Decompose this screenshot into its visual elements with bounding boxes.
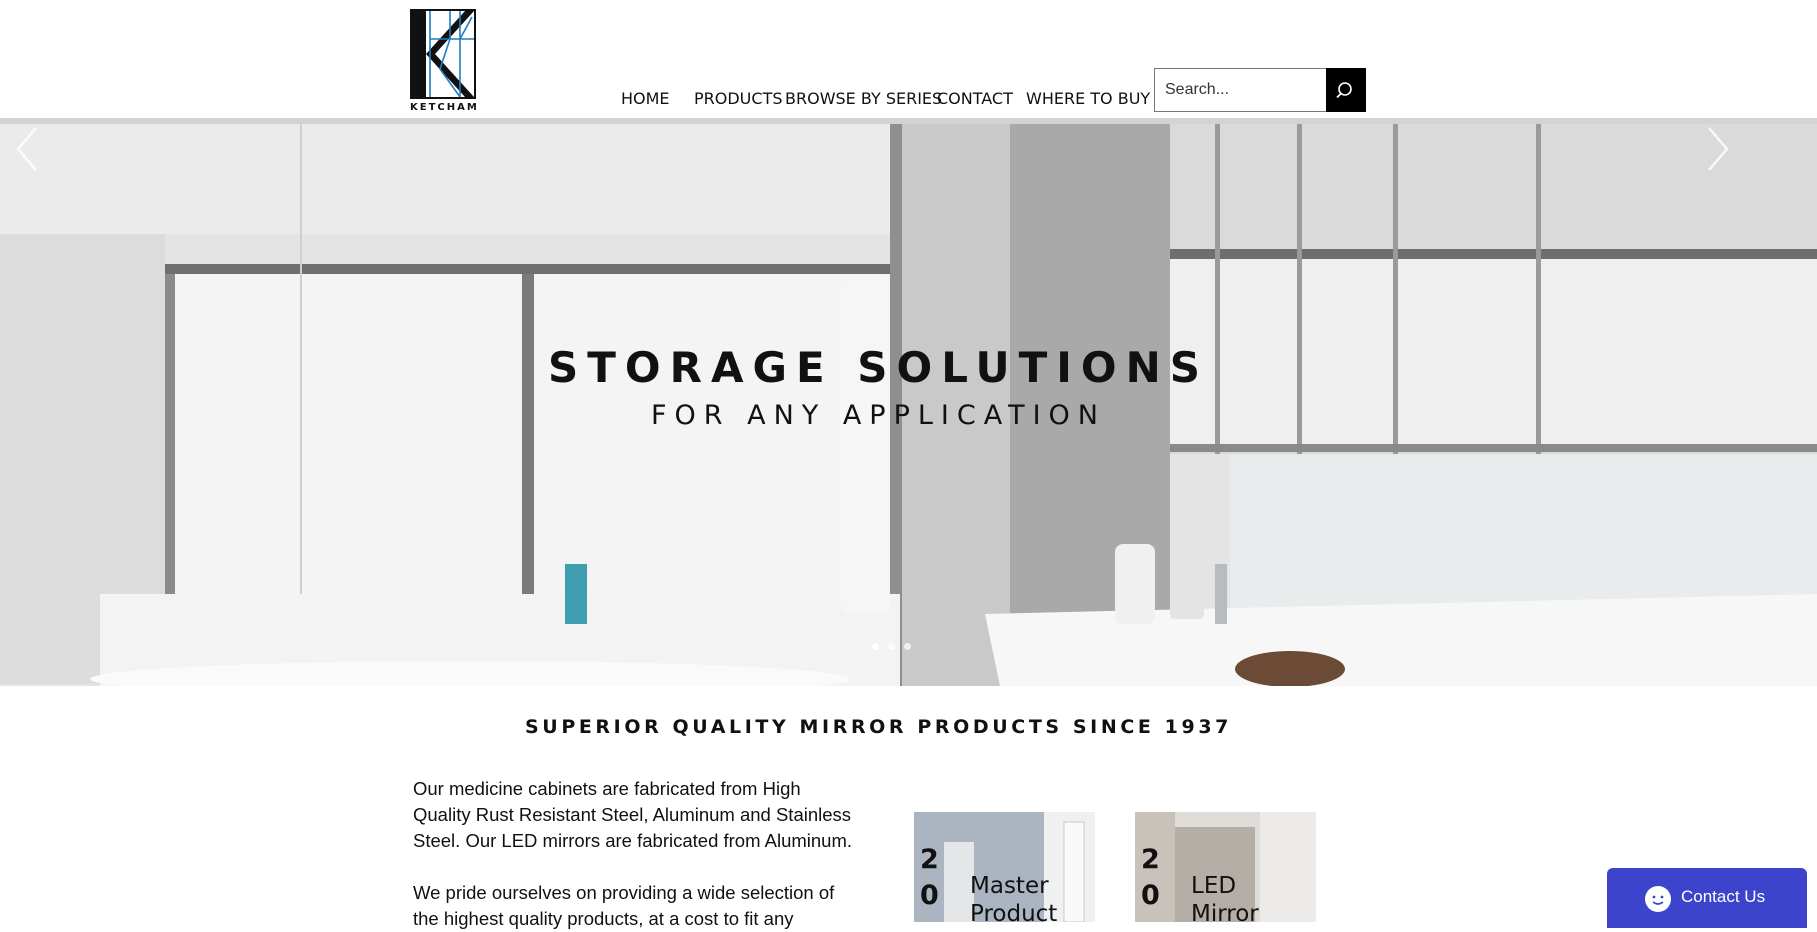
intro-paragraph-2: We pride ourselves on providing a wide s…: [413, 882, 835, 929]
logo-wordmark: KETCHAM: [410, 102, 479, 113]
search-box: [1154, 68, 1366, 112]
chat-smiley-icon: [1645, 886, 1671, 912]
next-slide-arrow-icon[interactable]: [1703, 124, 1733, 174]
nav-products[interactable]: PRODUCTS: [694, 89, 783, 108]
card-title-line2: Product: [970, 901, 1058, 922]
contact-us-chat-button[interactable]: Contact Us: [1607, 868, 1807, 928]
card-year: 20: [1141, 844, 1160, 911]
card-title-line1: Master: [970, 873, 1049, 899]
search-button[interactable]: [1326, 68, 1366, 112]
product-card-led[interactable]: 20 LED Mirror: [1135, 812, 1316, 922]
search-icon: [1336, 82, 1352, 99]
card-year: 20: [920, 844, 939, 911]
card-title-line2: Mirror: [1191, 901, 1259, 922]
hero-slideshow: STORAGE SOLUTIONS FOR ANY APPLICATION: [0, 124, 1817, 686]
nav-browse-by-series[interactable]: BROWSE BY SERIES: [785, 89, 942, 108]
intro-paragraph-1: Our medicine cabinets are fabricated fro…: [413, 778, 853, 851]
logo-mark: [410, 9, 476, 99]
slide-dot-3[interactable]: [904, 643, 911, 650]
ketcham-logo[interactable]: KETCHAM: [410, 9, 478, 113]
search-input[interactable]: [1165, 69, 1315, 111]
nav-home[interactable]: HOME: [621, 89, 670, 108]
tagline-heading: SUPERIOR QUALITY MIRROR PRODUCTS SINCE 1…: [525, 716, 1232, 738]
nav-where-to-buy[interactable]: WHERE TO BUY: [1026, 89, 1150, 108]
slide-dot-1[interactable]: [872, 643, 879, 650]
prev-slide-arrow-icon[interactable]: [12, 124, 42, 174]
card-title: Master Product: [970, 872, 1057, 922]
contact-us-label: Contact Us: [1681, 887, 1766, 906]
card-title: LED Mirror: [1191, 872, 1259, 922]
slide-indicators: [872, 643, 922, 655]
site-header: KETCHAM HOME PRODUCTS BROWSE BY SERIES C…: [0, 0, 1817, 118]
hero-title: STORAGE SOLUTIONS: [548, 343, 1209, 392]
card-title-line1: LED: [1191, 873, 1237, 899]
slide-dot-2[interactable]: [888, 643, 895, 650]
hero-subtitle: FOR ANY APPLICATION: [650, 400, 1107, 431]
nav-contact[interactable]: CONTACT: [937, 89, 1013, 108]
product-card-master[interactable]: 20 Master Product: [914, 812, 1095, 922]
